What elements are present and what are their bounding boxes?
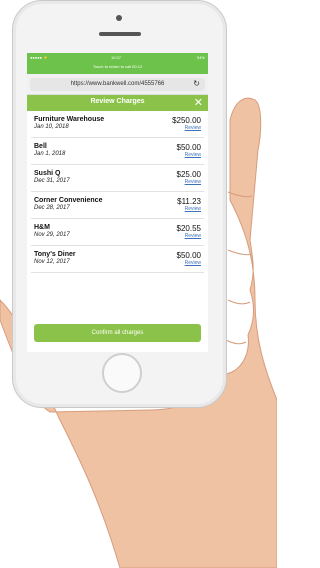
camera-icon <box>116 15 122 21</box>
merchant-name: Bell <box>34 143 47 150</box>
speaker-grille <box>99 32 141 36</box>
merchant-name: Corner Convenience <box>34 197 103 204</box>
phone-screen: ●●●●● ⚡ 10:37 54% Touch to return to cal… <box>27 53 208 352</box>
charge-row: Furniture Warehouse Jan 10, 2018 $250.00… <box>31 111 204 138</box>
charge-date: Nov 29, 2017 <box>34 232 70 238</box>
confirm-all-charges-button[interactable]: Confirm all charges <box>34 324 201 342</box>
finger-line-4 <box>225 339 247 345</box>
charge-row: Corner Convenience Dec 28, 2017 $11.23 R… <box>31 192 204 219</box>
status-time: 10:37 <box>111 55 122 60</box>
review-charges-header: Review Charges ✕ <box>27 95 208 111</box>
battery-indicator: 54% <box>196 55 205 60</box>
charge-date: Nov 12, 2017 <box>34 259 70 265</box>
charge-date: Dec 28, 2017 <box>34 205 70 211</box>
review-link[interactable]: Review <box>185 179 201 185</box>
finger-line-2 <box>227 249 253 256</box>
return-to-call-banner[interactable]: Touch to return to call 00:12 <box>27 64 208 69</box>
charge-row: Bell Jan 1, 2018 $50.00 Review <box>31 138 204 165</box>
page-title: Review Charges <box>90 98 145 105</box>
review-link[interactable]: Review <box>185 152 201 158</box>
merchant-name: Tony's Diner <box>34 251 76 258</box>
status-bar: ●●●●● ⚡ 10:37 54% Touch to return to cal… <box>27 53 208 74</box>
charge-row: Sushi Q Dec 31, 2017 $25.00 Review <box>31 165 204 192</box>
merchant-name: H&M <box>34 224 50 231</box>
review-link[interactable]: Review <box>185 125 201 131</box>
charges-list: Furniture Warehouse Jan 10, 2018 $250.00… <box>27 111 208 273</box>
charge-date: Jan 10, 2018 <box>34 124 69 130</box>
url-field[interactable]: https://www.bankwell.com/4555766 <box>30 78 205 91</box>
review-link[interactable]: Review <box>185 233 201 239</box>
home-button[interactable] <box>102 353 142 393</box>
review-link[interactable]: Review <box>185 260 201 266</box>
merchant-name: Furniture Warehouse <box>34 116 105 123</box>
charge-amount: $20.55 <box>176 224 201 233</box>
charge-amount: $50.00 <box>176 143 201 152</box>
charge-amount: $250.00 <box>172 116 201 125</box>
reload-icon[interactable]: ↻ <box>193 79 200 88</box>
finger-line-3 <box>227 299 251 305</box>
charge-date: Dec 31, 2017 <box>34 178 70 184</box>
charge-amount: $11.23 <box>177 197 201 206</box>
signal-indicator: ●●●●● ⚡ <box>30 55 49 60</box>
charge-row: Tony's Diner Nov 12, 2017 $50.00 Review <box>31 246 204 273</box>
review-link[interactable]: Review <box>185 206 201 212</box>
charge-date: Jan 1, 2018 <box>34 151 66 157</box>
browser-address-bar: https://www.bankwell.com/4555766 ↻ <box>27 74 208 95</box>
merchant-name: Sushi Q <box>34 170 61 177</box>
close-icon[interactable]: ✕ <box>194 96 203 109</box>
charge-row: H&M Nov 29, 2017 $20.55 Review <box>31 219 204 246</box>
charge-amount: $50.00 <box>176 251 201 260</box>
charge-amount: $25.00 <box>176 170 201 179</box>
